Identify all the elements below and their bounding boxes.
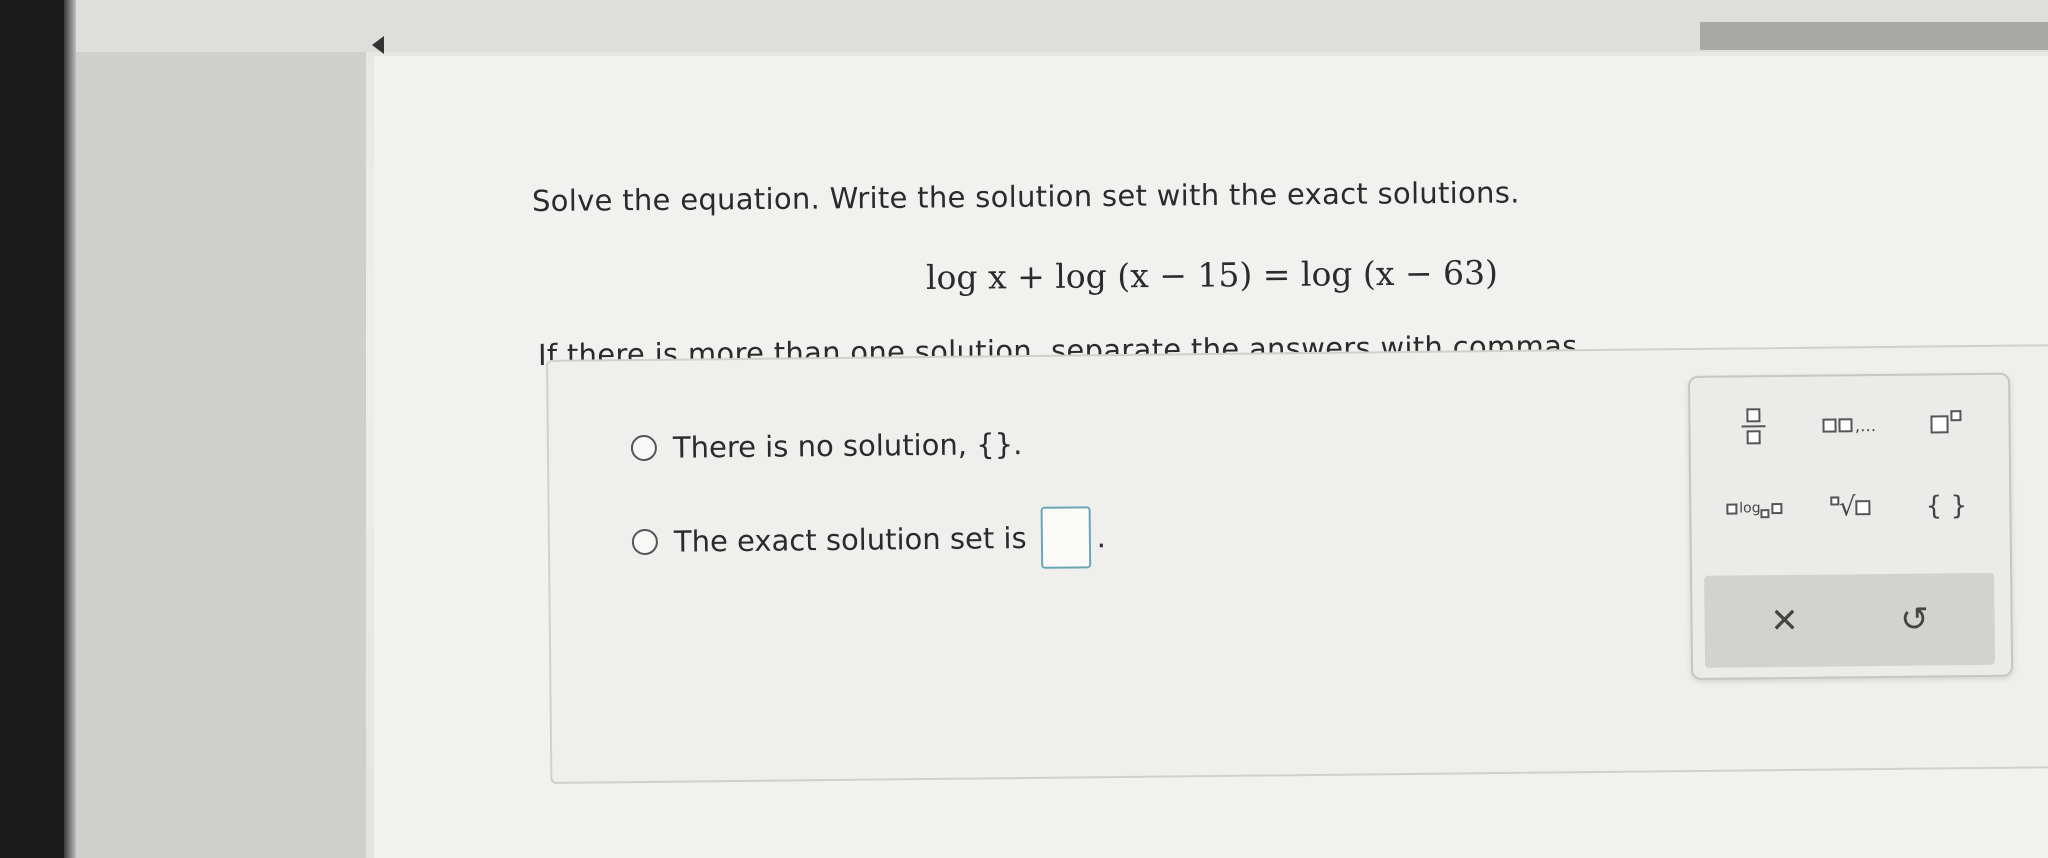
option-solution-set[interactable]: The exact solution set is .	[631, 506, 1107, 573]
log-base-icon	[1726, 502, 1738, 515]
left-gray-strip	[76, 0, 366, 858]
radio-solution-set[interactable]	[631, 528, 659, 556]
equation: log x + log (x − 15) = log (x − 63)	[925, 253, 1499, 297]
clear-icon: ✕	[1770, 600, 1800, 642]
power-icon	[1929, 415, 1949, 434]
radio-no-solution[interactable]	[630, 434, 658, 462]
option-no-solution[interactable]: There is no solution, {}.	[630, 427, 1023, 465]
monitor-bezel	[0, 0, 64, 858]
nth-root-icon	[1829, 495, 1840, 506]
root-radicand-icon	[1855, 499, 1871, 515]
braces-icon: { }	[1925, 491, 1968, 522]
list-button[interactable]: ,…	[1806, 396, 1893, 455]
root-sign: √	[1838, 492, 1856, 523]
fraction-button[interactable]	[1710, 397, 1797, 456]
option-solution-set-label: The exact solution set is	[673, 520, 1027, 559]
fraction-bar	[1741, 425, 1766, 428]
clear-button[interactable]: ✕	[1734, 586, 1835, 655]
fraction-icon	[1746, 408, 1761, 423]
list-ellipsis: ,…	[1854, 415, 1877, 435]
braces-button[interactable]: { }	[1903, 477, 1990, 536]
palette-actions: ✕ ↺	[1704, 572, 1996, 668]
log-base-button[interactable]: log	[1711, 479, 1798, 538]
solution-set-input[interactable]	[1040, 506, 1091, 569]
math-palette: ,… log √ { } ✕ ↺	[1688, 372, 2014, 680]
back-arrow-icon[interactable]	[372, 36, 384, 54]
question-prompt: Solve the equation. Write the solution s…	[531, 175, 1520, 218]
option-no-solution-label: There is no solution, {}.	[672, 427, 1023, 465]
undo-button[interactable]: ↺	[1864, 585, 1965, 654]
power-button[interactable]	[1902, 395, 1989, 454]
log-argument-icon	[1771, 502, 1783, 514]
list-icon-second	[1838, 418, 1854, 433]
screen: Solve the equation. Write the solution s…	[76, 0, 2048, 858]
log-label: log	[1739, 500, 1761, 517]
fraction-denominator-icon	[1746, 430, 1761, 445]
monitor-bezel-edge	[64, 0, 76, 858]
solution-set-period: .	[1096, 520, 1107, 555]
power-exponent-icon	[1949, 409, 1961, 421]
list-icon	[1822, 418, 1838, 433]
undo-icon: ↺	[1900, 599, 1930, 640]
nth-root-button[interactable]: √	[1807, 478, 1894, 537]
progress-bar	[1700, 22, 2048, 50]
log-base-subscript-icon	[1760, 508, 1770, 518]
